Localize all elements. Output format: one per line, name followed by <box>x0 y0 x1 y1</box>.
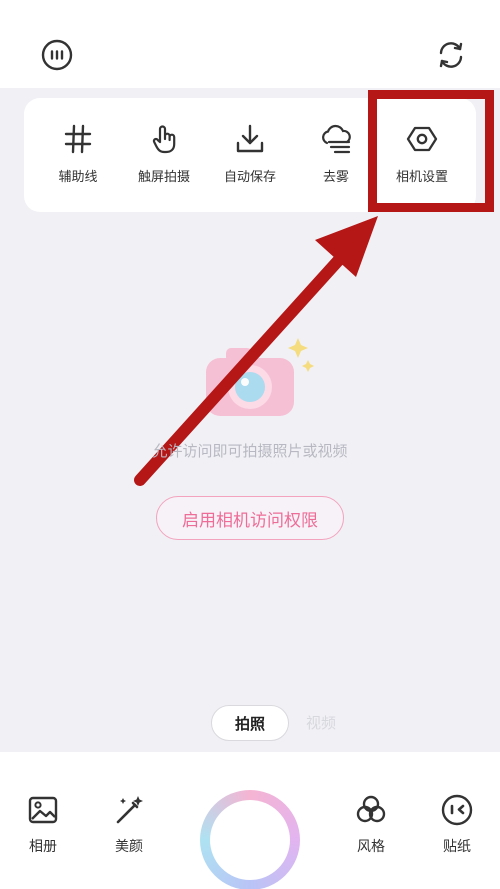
shutter-button[interactable] <box>200 790 300 889</box>
enable-camera-permission-button[interactable]: 启用相机访问权限 <box>156 496 344 540</box>
tool-defog[interactable]: 去雾 <box>293 122 379 192</box>
sticker-button[interactable]: 贴纸 <box>427 792 487 856</box>
album-button[interactable]: 相册 <box>13 792 73 856</box>
beauty-button[interactable]: 美颜 <box>99 792 159 856</box>
sticker-label: 贴纸 <box>443 839 471 855</box>
tool-label: 辅助线 <box>58 170 98 185</box>
tools-panel: 辅助线 触屏拍摄 自动保存 去雾 相机设置 <box>24 98 476 212</box>
tool-label: 触屏拍摄 <box>137 170 190 185</box>
grid-icon <box>64 124 92 154</box>
switch-camera-button[interactable] <box>434 38 468 72</box>
more-horizontal-circle-icon <box>41 39 73 71</box>
touch-icon <box>152 125 176 154</box>
album-label: 相册 <box>29 839 57 855</box>
tool-label: 自动保存 <box>223 170 276 185</box>
image-icon <box>28 796 58 824</box>
permission-hint: 允许访问即可拍摄照片或视频 <box>152 442 348 460</box>
tool-touch-shoot[interactable]: 触屏拍摄 <box>121 122 207 192</box>
switch-camera-icon <box>439 42 463 68</box>
defog-icon <box>322 124 351 154</box>
download-icon <box>236 124 264 153</box>
more-button[interactable] <box>40 38 74 72</box>
magic-wand-icon <box>116 796 143 824</box>
tool-label: 去雾 <box>322 170 349 185</box>
settings-icon <box>406 126 438 152</box>
tool-label: 相机设置 <box>395 170 448 185</box>
tool-grid[interactable]: 辅助线 <box>35 122 121 192</box>
sticker-icon <box>441 794 473 826</box>
mode-photo[interactable]: 拍照 <box>211 705 289 741</box>
style-button[interactable]: 风格 <box>341 792 401 856</box>
beauty-label: 美颜 <box>115 839 143 855</box>
mode-video[interactable]: 视频 <box>306 712 336 733</box>
tool-auto-save[interactable]: 自动保存 <box>207 122 293 192</box>
tool-camera-settings[interactable]: 相机设置 <box>379 122 465 192</box>
style-label: 风格 <box>357 839 385 855</box>
filter-icon <box>356 795 386 823</box>
shutter-inner <box>210 800 290 880</box>
top-bar <box>0 0 500 88</box>
bottom-bar: 相册 美颜 风格 贴纸 <box>0 752 500 889</box>
